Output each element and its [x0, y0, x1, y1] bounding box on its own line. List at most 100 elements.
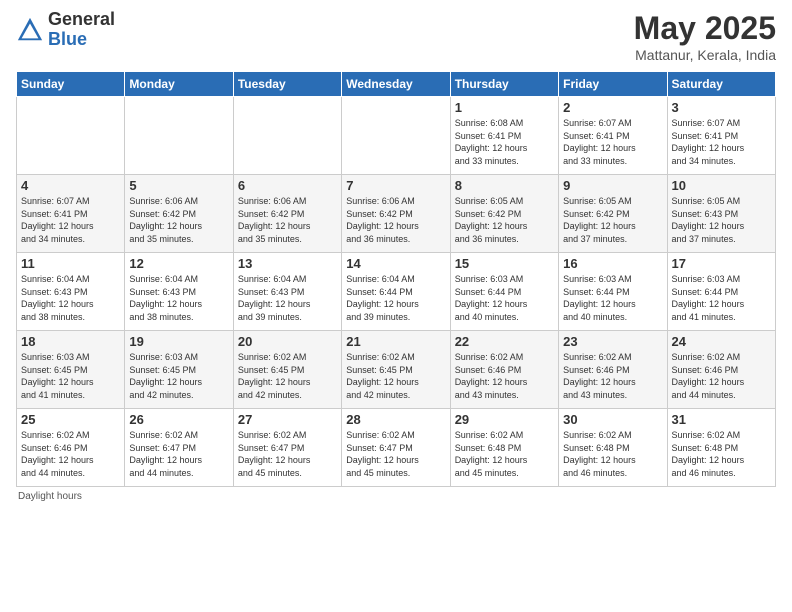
day-detail: Sunrise: 6:06 AM Sunset: 6:42 PM Dayligh… — [346, 195, 445, 245]
day-number: 20 — [238, 334, 337, 349]
day-number: 2 — [563, 100, 662, 115]
day-detail: Sunrise: 6:02 AM Sunset: 6:46 PM Dayligh… — [672, 351, 771, 401]
day-cell: 17 Sunrise: 6:03 AM Sunset: 6:44 PM Dayli… — [667, 253, 775, 331]
logo-general: General — [48, 10, 115, 30]
day-number: 3 — [672, 100, 771, 115]
day-header-saturday: Saturday — [667, 72, 775, 97]
day-detail: Sunrise: 6:03 AM Sunset: 6:44 PM Dayligh… — [563, 273, 662, 323]
day-detail: Sunrise: 6:02 AM Sunset: 6:47 PM Dayligh… — [346, 429, 445, 479]
day-number: 28 — [346, 412, 445, 427]
day-detail: Sunrise: 6:03 AM Sunset: 6:45 PM Dayligh… — [129, 351, 228, 401]
page-header: General Blue May 2025 Mattanur, Kerala, … — [16, 10, 776, 63]
day-detail: Sunrise: 6:06 AM Sunset: 6:42 PM Dayligh… — [129, 195, 228, 245]
day-detail: Sunrise: 6:02 AM Sunset: 6:45 PM Dayligh… — [346, 351, 445, 401]
day-detail: Sunrise: 6:07 AM Sunset: 6:41 PM Dayligh… — [672, 117, 771, 167]
day-number: 10 — [672, 178, 771, 193]
day-cell: 21 Sunrise: 6:02 AM Sunset: 6:45 PM Dayli… — [342, 331, 450, 409]
day-detail: Sunrise: 6:05 AM Sunset: 6:43 PM Dayligh… — [672, 195, 771, 245]
day-detail: Sunrise: 6:04 AM Sunset: 6:43 PM Dayligh… — [238, 273, 337, 323]
day-number: 17 — [672, 256, 771, 271]
day-cell: 31 Sunrise: 6:02 AM Sunset: 6:48 PM Dayli… — [667, 409, 775, 487]
day-detail: Sunrise: 6:02 AM Sunset: 6:48 PM Dayligh… — [563, 429, 662, 479]
day-detail: Sunrise: 6:02 AM Sunset: 6:48 PM Dayligh… — [672, 429, 771, 479]
day-header-thursday: Thursday — [450, 72, 558, 97]
day-cell: 24 Sunrise: 6:02 AM Sunset: 6:46 PM Dayli… — [667, 331, 775, 409]
footer-text: Daylight hours — [18, 491, 82, 502]
day-number: 1 — [455, 100, 554, 115]
day-detail: Sunrise: 6:02 AM Sunset: 6:45 PM Dayligh… — [238, 351, 337, 401]
day-header-wednesday: Wednesday — [342, 72, 450, 97]
day-cell — [233, 97, 341, 175]
day-number: 9 — [563, 178, 662, 193]
day-header-sunday: Sunday — [17, 72, 125, 97]
day-cell: 3 Sunrise: 6:07 AM Sunset: 6:41 PM Daylig… — [667, 97, 775, 175]
day-cell: 20 Sunrise: 6:02 AM Sunset: 6:45 PM Dayli… — [233, 331, 341, 409]
header-row: SundayMondayTuesdayWednesdayThursdayFrid… — [17, 72, 776, 97]
day-number: 5 — [129, 178, 228, 193]
day-number: 13 — [238, 256, 337, 271]
day-detail: Sunrise: 6:02 AM Sunset: 6:46 PM Dayligh… — [455, 351, 554, 401]
day-detail: Sunrise: 6:07 AM Sunset: 6:41 PM Dayligh… — [21, 195, 120, 245]
day-cell: 27Sunrise: 6:02 AM Sunset: 6:47 PM Dayli… — [233, 409, 341, 487]
day-cell: 18Sunrise: 6:03 AM Sunset: 6:45 PM Dayli… — [17, 331, 125, 409]
day-detail: Sunrise: 6:03 AM Sunset: 6:44 PM Dayligh… — [455, 273, 554, 323]
logo-icon — [16, 16, 44, 44]
week-row-2: 4Sunrise: 6:07 AM Sunset: 6:41 PM Daylig… — [17, 175, 776, 253]
day-cell: 15 Sunrise: 6:03 AM Sunset: 6:44 PM Dayli… — [450, 253, 558, 331]
day-cell: 10 Sunrise: 6:05 AM Sunset: 6:43 PM Dayli… — [667, 175, 775, 253]
calendar-body: 1 Sunrise: 6:08 AM Sunset: 6:41 PM Daylig… — [17, 97, 776, 487]
day-cell: 2Sunrise: 6:07 AM Sunset: 6:41 PM Daylig… — [559, 97, 667, 175]
day-detail: Sunrise: 6:05 AM Sunset: 6:42 PM Dayligh… — [563, 195, 662, 245]
day-cell: 14Sunrise: 6:04 AM Sunset: 6:44 PM Dayli… — [342, 253, 450, 331]
day-number: 8 — [455, 178, 554, 193]
day-number: 30 — [563, 412, 662, 427]
title-block: May 2025 Mattanur, Kerala, India — [634, 10, 776, 63]
day-number: 12 — [129, 256, 228, 271]
day-detail: Sunrise: 6:02 AM Sunset: 6:47 PM Dayligh… — [238, 429, 337, 479]
day-number: 31 — [672, 412, 771, 427]
day-cell: 5 Sunrise: 6:06 AM Sunset: 6:42 PM Daylig… — [125, 175, 233, 253]
day-header-monday: Monday — [125, 72, 233, 97]
day-detail: Sunrise: 6:02 AM Sunset: 6:46 PM Dayligh… — [21, 429, 120, 479]
day-cell: 16 Sunrise: 6:03 AM Sunset: 6:44 PM Dayli… — [559, 253, 667, 331]
day-number: 16 — [563, 256, 662, 271]
day-cell: 11Sunrise: 6:04 AM Sunset: 6:43 PM Dayli… — [17, 253, 125, 331]
main-container: General Blue May 2025 Mattanur, Kerala, … — [0, 0, 792, 512]
footer-note: Daylight hours — [16, 491, 776, 502]
day-number: 23 — [563, 334, 662, 349]
day-number: 22 — [455, 334, 554, 349]
day-cell: 13 Sunrise: 6:04 AM Sunset: 6:43 PM Dayli… — [233, 253, 341, 331]
day-cell: 8Sunrise: 6:05 AM Sunset: 6:42 PM Daylig… — [450, 175, 558, 253]
day-cell: 1 Sunrise: 6:08 AM Sunset: 6:41 PM Daylig… — [450, 97, 558, 175]
day-number: 14 — [346, 256, 445, 271]
day-cell: 28 Sunrise: 6:02 AM Sunset: 6:47 PM Dayli… — [342, 409, 450, 487]
day-cell — [17, 97, 125, 175]
calendar-header: SundayMondayTuesdayWednesdayThursdayFrid… — [17, 72, 776, 97]
day-number: 15 — [455, 256, 554, 271]
day-number: 29 — [455, 412, 554, 427]
day-cell — [342, 97, 450, 175]
day-detail: Sunrise: 6:03 AM Sunset: 6:45 PM Dayligh… — [21, 351, 120, 401]
day-detail: Sunrise: 6:03 AM Sunset: 6:44 PM Dayligh… — [672, 273, 771, 323]
day-detail: Sunrise: 6:04 AM Sunset: 6:43 PM Dayligh… — [129, 273, 228, 323]
day-cell: 30 Sunrise: 6:02 AM Sunset: 6:48 PM Dayli… — [559, 409, 667, 487]
day-detail: Sunrise: 6:02 AM Sunset: 6:47 PM Dayligh… — [129, 429, 228, 479]
day-number: 19 — [129, 334, 228, 349]
calendar-table: SundayMondayTuesdayWednesdayThursdayFrid… — [16, 71, 776, 487]
day-header-tuesday: Tuesday — [233, 72, 341, 97]
day-cell: 7Sunrise: 6:06 AM Sunset: 6:42 PM Daylig… — [342, 175, 450, 253]
day-detail: Sunrise: 6:08 AM Sunset: 6:41 PM Dayligh… — [455, 117, 554, 167]
day-detail: Sunrise: 6:02 AM Sunset: 6:48 PM Dayligh… — [455, 429, 554, 479]
week-row-5: 25Sunrise: 6:02 AM Sunset: 6:46 PM Dayli… — [17, 409, 776, 487]
logo-text: General Blue — [48, 10, 115, 50]
day-number: 11 — [21, 256, 120, 271]
day-number: 21 — [346, 334, 445, 349]
day-cell: 22 Sunrise: 6:02 AM Sunset: 6:46 PM Dayli… — [450, 331, 558, 409]
day-cell — [125, 97, 233, 175]
day-cell: 9 Sunrise: 6:05 AM Sunset: 6:42 PM Daylig… — [559, 175, 667, 253]
day-detail: Sunrise: 6:06 AM Sunset: 6:42 PM Dayligh… — [238, 195, 337, 245]
week-row-1: 1 Sunrise: 6:08 AM Sunset: 6:41 PM Daylig… — [17, 97, 776, 175]
day-cell: 6 Sunrise: 6:06 AM Sunset: 6:42 PM Daylig… — [233, 175, 341, 253]
day-number: 6 — [238, 178, 337, 193]
day-number: 24 — [672, 334, 771, 349]
